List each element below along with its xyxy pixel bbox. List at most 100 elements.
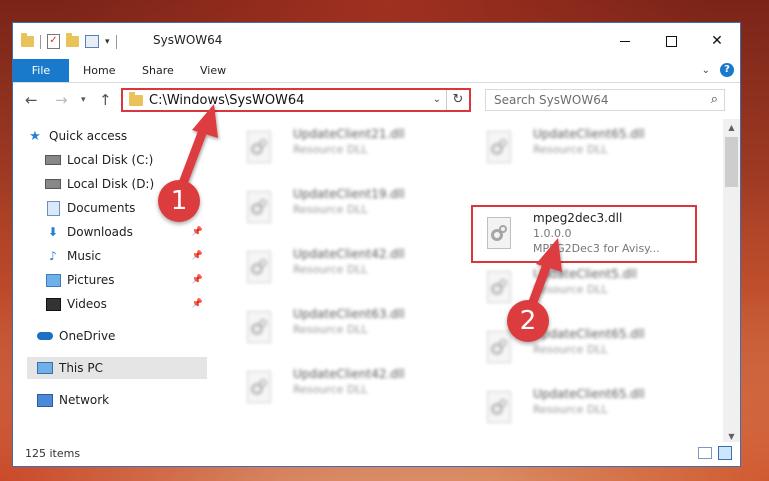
minimize-button[interactable]	[602, 23, 648, 59]
maximize-button[interactable]	[648, 23, 694, 59]
refresh-icon[interactable]: ↻	[446, 90, 469, 110]
item-count: 125 items	[25, 447, 81, 460]
file-list: UpdateClient21.dll Resource DLL UpdateCl…	[219, 119, 723, 445]
list-item[interactable]: UpdateClient19.dll Resource DLL	[231, 183, 461, 233]
file-name: UpdateClient65.dll	[533, 327, 645, 341]
sidebar-item-local-disk-c[interactable]: Local Disk (C:)	[45, 149, 207, 171]
search-icon[interactable]: ⌕	[711, 92, 718, 107]
list-item[interactable]: UpdateClient42.dll Resource DLL	[231, 243, 461, 293]
file-type: Resource DLL	[293, 203, 368, 216]
dll-file-icon	[483, 391, 513, 427]
file-name: UpdateClient42.dll	[293, 247, 405, 261]
network-icon	[37, 393, 53, 407]
navigation-pane: ★ Quick access Local Disk (C:) Local Dis…	[13, 121, 207, 441]
dll-file-icon	[483, 331, 513, 367]
address-bar[interactable]: C:\Windows\SysWOW64 ⌄ ↻	[121, 88, 471, 112]
list-item[interactable]: UpdateClient63.dll Resource DLL	[231, 303, 461, 353]
sidebar-item-this-pc[interactable]: This PC	[27, 357, 207, 379]
dll-file-icon	[243, 191, 273, 227]
details-view-icon[interactable]	[698, 447, 712, 459]
file-name: UpdateClient65.dll	[533, 127, 645, 141]
file-version: 1.0.0.0	[533, 227, 572, 240]
checkmark-icon[interactable]: ✓	[47, 34, 60, 49]
up-arrow-icon[interactable]: ↑	[99, 91, 112, 109]
list-item[interactable]: UpdateClient65.dll Resource DLL	[471, 123, 701, 173]
sidebar-item-network[interactable]: Network	[37, 389, 207, 411]
file-name: UpdateClient19.dll	[293, 187, 405, 201]
step-2-badge: 2	[507, 300, 549, 342]
recent-locations-icon[interactable]: ▾	[81, 95, 86, 105]
sidebar-item-label: Pictures	[67, 273, 115, 287]
download-icon: ⬇	[47, 225, 59, 239]
tab-file[interactable]: File	[13, 59, 69, 82]
sidebar-item-pictures[interactable]: Pictures 📌	[45, 269, 207, 291]
dll-file-icon	[243, 371, 273, 407]
vertical-scrollbar[interactable]: ▲ ▼	[723, 119, 740, 445]
videos-icon	[45, 297, 61, 311]
sidebar-item-quick-access[interactable]: ★ Quick access	[27, 125, 207, 147]
tab-home[interactable]: Home	[71, 59, 127, 82]
file-description: MPEG2Dec3 for Avisy...	[533, 242, 660, 255]
dll-file-icon	[483, 271, 513, 307]
dll-file-icon	[483, 217, 513, 253]
scrollbar-thumb[interactable]	[725, 137, 738, 187]
pin-icon[interactable]: 📌	[192, 251, 203, 261]
sidebar-item-label: Network	[59, 393, 110, 407]
tab-share[interactable]: Share	[130, 59, 186, 82]
sidebar-item-videos[interactable]: Videos 📌	[45, 293, 207, 315]
forward-arrow-icon[interactable]: →	[55, 91, 68, 109]
pin-icon[interactable]: 📌	[192, 275, 203, 285]
list-item[interactable]: UpdateClient5.dll Resource DLL	[471, 263, 701, 313]
quick-access-toolbar: ✓ ▾	[21, 33, 117, 49]
pin-icon[interactable]: 📌	[192, 227, 203, 237]
sidebar-item-onedrive[interactable]: OneDrive	[37, 325, 207, 347]
highlighted-file-box: mpeg2dec3.dll 1.0.0.0 MPEG2Dec3 for Avis…	[471, 205, 697, 263]
properties-icon[interactable]	[85, 35, 99, 48]
scroll-up-icon[interactable]: ▲	[723, 119, 740, 136]
disk-icon	[45, 153, 61, 167]
toolbar-separator	[115, 34, 117, 49]
expand-ribbon-icon[interactable]: ⌄	[702, 65, 710, 76]
file-type: Resource DLL	[293, 383, 368, 396]
sidebar-item-label: Local Disk (C:)	[67, 153, 154, 167]
pictures-icon	[45, 273, 61, 287]
maximize-icon	[665, 35, 677, 47]
help-icon[interactable]: ?	[720, 63, 734, 77]
tiles-view-icon[interactable]	[718, 446, 732, 460]
close-button[interactable]: ✕	[694, 23, 740, 59]
file-name: mpeg2dec3.dll	[533, 211, 623, 225]
list-item[interactable]: UpdateClient65.dll Resource DLL	[471, 383, 701, 433]
status-bar: 125 items	[13, 442, 740, 466]
cloud-icon	[37, 329, 53, 343]
sidebar-item-label: Documents	[67, 201, 136, 215]
folder-icon[interactable]	[21, 33, 34, 47]
dll-file-icon	[483, 131, 513, 167]
list-item-mpeg2dec3[interactable]: mpeg2dec3.dll 1.0.0.0 MPEG2Dec3 for Avis…	[471, 209, 701, 259]
new-folder-icon[interactable]	[66, 33, 79, 47]
step-1-badge: 1	[158, 180, 200, 222]
disk-icon	[45, 177, 61, 191]
sidebar-item-downloads[interactable]: ⬇ Downloads 📌	[45, 221, 207, 243]
file-type: Resource DLL	[533, 403, 608, 416]
dll-file-icon	[243, 251, 273, 287]
search-input[interactable]: Search SysWOW64	[494, 93, 608, 107]
list-item[interactable]: UpdateClient21.dll Resource DLL	[231, 123, 461, 173]
sidebar-item-music[interactable]: ♪ Music 📌	[45, 245, 207, 267]
file-type: Resource DLL	[293, 323, 368, 336]
back-arrow-icon[interactable]: ←	[25, 91, 38, 109]
list-item[interactable]: UpdateClient65.dll Resource DLL	[471, 323, 701, 373]
customize-dropdown-icon[interactable]: ▾	[105, 37, 110, 47]
pin-icon[interactable]: 📌	[192, 299, 203, 309]
search-box[interactable]: Search SysWOW64 ⌕	[485, 89, 725, 111]
file-name: UpdateClient63.dll	[293, 307, 405, 321]
title-bar: ✓ ▾ SysWOW64 ✕	[13, 23, 740, 59]
address-path[interactable]: C:\Windows\SysWOW64	[149, 93, 304, 108]
tab-view[interactable]: View	[188, 59, 238, 82]
list-item[interactable]: UpdateClient42.dll Resource DLL	[231, 363, 461, 413]
folder-icon	[129, 92, 143, 106]
file-type: Resource DLL	[533, 283, 608, 296]
minimize-icon	[620, 40, 630, 42]
chevron-down-icon[interactable]: ⌄	[433, 94, 441, 105]
file-name: UpdateClient21.dll	[293, 127, 405, 141]
file-name: UpdateClient65.dll	[533, 387, 645, 401]
